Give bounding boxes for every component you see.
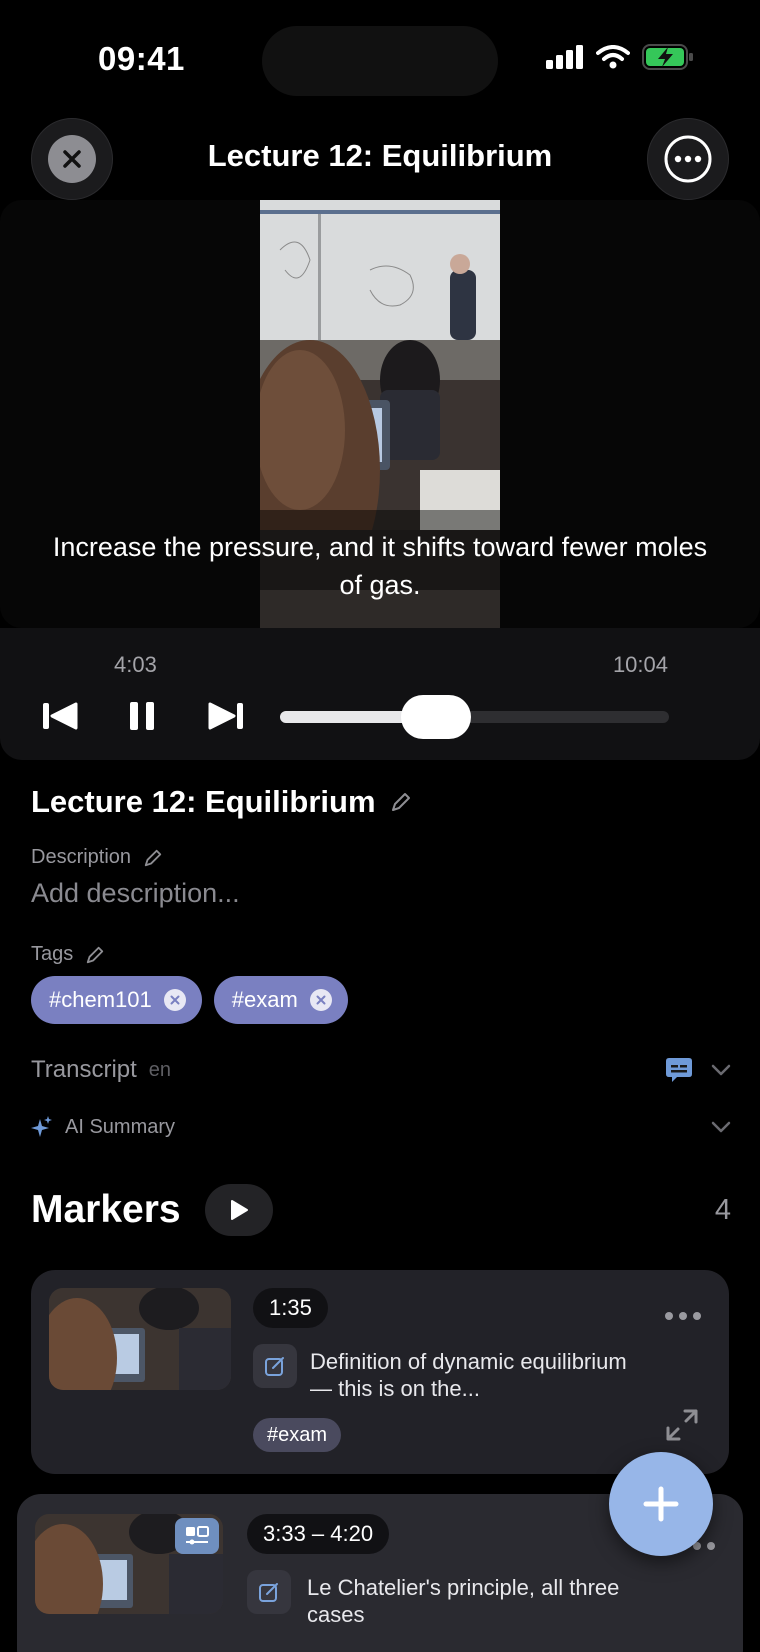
transcript-language: en (148, 1058, 172, 1081)
edit-description-icon[interactable] (143, 848, 163, 868)
dynamic-island (262, 26, 498, 96)
tag-label: #chem101 (49, 987, 152, 1012)
remove-tag-icon[interactable] (163, 989, 186, 1011)
edit-tags-icon[interactable] (85, 945, 105, 965)
play-icon (230, 1200, 248, 1220)
status-icons (546, 44, 694, 70)
description-label-row: Description (31, 846, 163, 869)
status-bar: 09:41 (0, 0, 760, 120)
expand-icon[interactable] (665, 1408, 699, 1442)
ai-summary-label: AI Summary (65, 1115, 176, 1138)
skip-forward-icon (208, 702, 243, 730)
ai-summary-row[interactable]: AI Summary (31, 1110, 731, 1144)
note-edit-icon (253, 1344, 297, 1388)
current-time: 4:03 (114, 652, 157, 677)
tag-label: #exam (231, 987, 298, 1012)
add-marker-button[interactable] (609, 1452, 713, 1556)
transcript-row[interactable]: Transcript en (31, 1052, 731, 1088)
clip-range-icon (175, 1518, 219, 1554)
sparkles-icon (31, 1116, 52, 1137)
tag-chip[interactable]: #exam (213, 976, 348, 1024)
tags-label-row: Tags (31, 943, 105, 966)
skip-back-icon (43, 702, 78, 730)
ellipsis-circle-icon (664, 135, 712, 183)
scrubber-thumb[interactable] (400, 695, 471, 739)
marker-note: Definition of dynamic equilibrium — this… (310, 1349, 627, 1401)
subtitle-caption: Increase the pressure, and it shifts tow… (52, 532, 708, 600)
skip-back-button[interactable] (40, 692, 80, 740)
signal-icon (546, 45, 583, 69)
recording-title: Lecture 12: Equilibrium (31, 784, 376, 819)
plus-icon (643, 1486, 679, 1522)
tag-chip[interactable]: #chem101 (31, 976, 202, 1024)
pause-button[interactable] (124, 692, 160, 740)
chevron-down-icon[interactable] (711, 1063, 731, 1077)
playback-controls: 4:03 10:04 (0, 628, 760, 760)
marker-tag: #exam (253, 1418, 342, 1452)
remove-tag-icon[interactable] (309, 989, 332, 1011)
tag-list: #chem101 #exam (31, 976, 348, 1024)
marker-time: 3:33 – 4:20 (247, 1514, 390, 1554)
total-time: 10:04 (612, 652, 668, 677)
note-edit-icon (247, 1570, 291, 1614)
edit-title-icon[interactable] (390, 791, 412, 813)
markers-header: Markers 4 (31, 1184, 731, 1236)
description-label: Description (31, 846, 132, 868)
skip-forward-button[interactable] (206, 692, 246, 740)
play-markers-button[interactable] (204, 1184, 273, 1236)
status-time: 09:41 (98, 40, 185, 77)
marker-thumbnail (49, 1288, 231, 1390)
scrubber-track[interactable] (280, 695, 669, 739)
markers-title: Markers (31, 1188, 181, 1231)
chevron-down-icon[interactable] (711, 1120, 731, 1134)
tags-label: Tags (31, 943, 74, 965)
battery-charging-icon (642, 44, 693, 70)
description-field[interactable]: Add description... (31, 878, 240, 909)
recording-title-row: Lecture 12: Equilibrium (31, 784, 412, 820)
marker-card[interactable]: 1:35 Definition of dynamic equilibrium —… (31, 1270, 729, 1474)
captions-icon[interactable] (665, 1057, 693, 1083)
pause-icon (130, 702, 154, 730)
transcript-label: Transcript (31, 1056, 137, 1083)
marker-more-icon[interactable] (665, 1312, 701, 1320)
more-options-button[interactable] (647, 118, 729, 200)
marker-time: 1:35 (253, 1288, 328, 1328)
marker-note: Le Chatelier's principle, all three case… (307, 1575, 620, 1627)
header-title: Lecture 12: Equilibrium (207, 138, 553, 173)
markers-count: 4 (714, 1193, 731, 1226)
wifi-icon (596, 45, 630, 69)
